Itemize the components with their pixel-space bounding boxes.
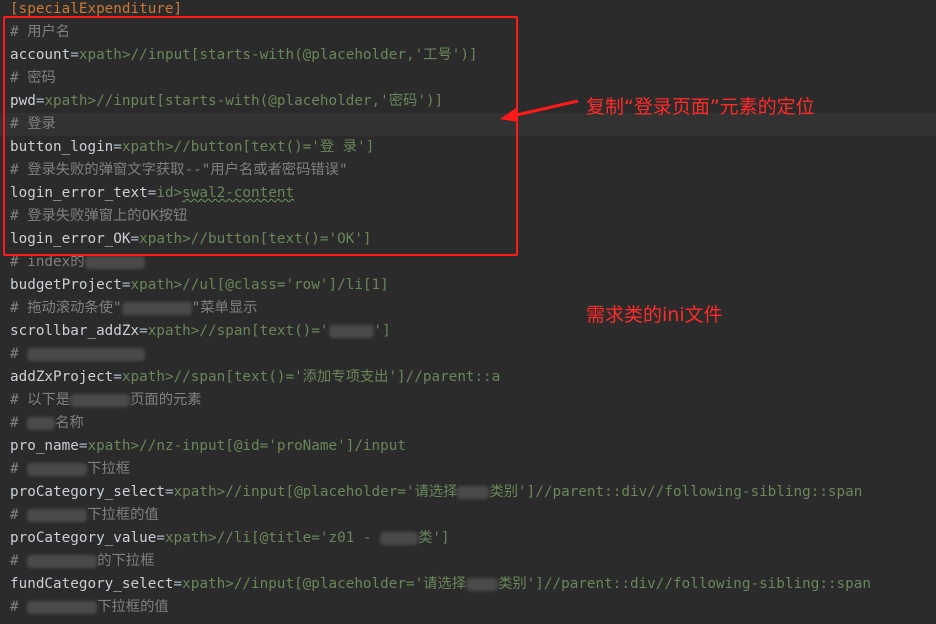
locator-value: //input[@placeholder='请选择 (225, 484, 458, 500)
redacted-text (457, 485, 490, 499)
comment-text: 下拉框的值 (87, 507, 159, 523)
redacted-text (466, 577, 499, 591)
annotation-arrow (500, 99, 579, 122)
ini-equals: = (173, 576, 183, 592)
annotation-copy-locator: 复制“登录页面”元素的定位 (586, 96, 815, 118)
locator-prefix: xpath> (164, 530, 217, 546)
locator-value: //nz-input[@id='proName']/input (139, 438, 406, 454)
comment-text: 的下拉框 (97, 553, 155, 569)
code-line: fundCategory_select=xpath>//input[@place… (10, 573, 871, 596)
comment-text: 下拉框的值 (97, 599, 169, 615)
locator-value: //input[@placeholder='请选择 (233, 576, 467, 592)
redacted-text (27, 462, 88, 476)
locator-prefix: xpath> (130, 277, 183, 293)
code-line: proCategory_value=xpath>//li[@title='z01… (10, 527, 450, 550)
locator-prefix: xpath> (147, 323, 200, 339)
ini-key: fundCategory_select (10, 576, 174, 592)
ini-key: pro_name (10, 438, 79, 454)
code-line: budgetProject=xpath>//ul[@class='row']/l… (10, 274, 389, 297)
code-line: pro_name=xpath>//nz-input[@id='proName']… (10, 435, 406, 458)
code-line: addZxProject=xpath>//span[text()='添加专项支出… (10, 366, 500, 389)
code-line-comment: # (10, 343, 146, 366)
annotation-ini-file: 需求类的ini文件 (586, 304, 723, 326)
locator-value: //ul[@class='row']/li[1] (182, 277, 389, 293)
comment-text: # (10, 346, 28, 362)
ini-key: proCategory_select (10, 484, 165, 500)
ini-key: proCategory_value (10, 530, 157, 546)
code-line-comment: # 下拉框的值 (10, 504, 159, 527)
comment-text: # 以下是 (10, 392, 71, 408)
code-line: scrollbar_addZx=xpath>//span[text()=' '] (10, 320, 391, 343)
code-line: proCategory_select=xpath>//input[@placeh… (10, 481, 862, 504)
comment-text: # (10, 553, 28, 569)
highlight-box (3, 16, 518, 256)
ini-key: scrollbar_addZx (10, 323, 140, 339)
redacted-text (27, 416, 56, 430)
comment-text: # (10, 507, 28, 523)
ini-equals: = (113, 369, 122, 385)
comment-text: # 拖动滚动条使" (10, 300, 122, 316)
redacted-text (27, 554, 98, 568)
ini-equals: = (156, 530, 165, 546)
redacted-text (27, 347, 146, 361)
ini-equals: = (139, 323, 148, 339)
code-line-comment: # 下拉框的值 (10, 596, 169, 619)
redacted-text (27, 600, 98, 614)
locator-value: '] (373, 323, 391, 339)
comment-text: # index的 (10, 254, 85, 270)
locator-prefix: xpath> (87, 438, 140, 454)
locator-prefix: xpath> (182, 576, 234, 592)
ini-equals: = (121, 277, 131, 293)
redacted-text (380, 531, 419, 545)
code-line-comment: # 下拉框 (10, 458, 130, 481)
ini-key: budgetProject (10, 277, 122, 293)
code-line-comment: # 以下是 页面的元素 (10, 389, 202, 412)
code-line-comment: # 的下拉框 (10, 550, 154, 573)
locator-prefix: xpath> (173, 484, 226, 500)
locator-value: 类'] (418, 530, 450, 546)
comment-text: 名称 (55, 415, 84, 431)
locator-value: //span[text()=' (199, 323, 329, 339)
comment-text: # (10, 599, 28, 615)
redacted-text (84, 255, 145, 269)
redacted-text (70, 393, 131, 407)
comment-text: 下拉框 (87, 461, 131, 477)
locator-value: 类别']//parent::div//following-sibling::sp… (498, 576, 871, 592)
redacted-text (328, 324, 374, 338)
comment-text: 页面的元素 (130, 392, 202, 408)
redacted-text (121, 301, 192, 315)
ini-equals: = (164, 484, 174, 500)
code-line-comment: # 名称 (10, 412, 84, 435)
locator-value: 类别']//parent::div//following-sibling::sp… (489, 484, 863, 500)
comment-text: "菜单显示 (191, 300, 258, 316)
locator-value: //li[@title='z01 - (216, 530, 381, 546)
redacted-text (27, 508, 88, 522)
ini-key: addZxProject (10, 369, 114, 385)
locator-value: //span[text()='添加专项支出']//parent::a (173, 369, 501, 385)
comment-text: # (10, 415, 28, 431)
locator-prefix: xpath> (121, 369, 174, 385)
code-line-comment: # 拖动滚动条使" "菜单显示 (10, 297, 257, 320)
comment-text: # (10, 461, 28, 477)
